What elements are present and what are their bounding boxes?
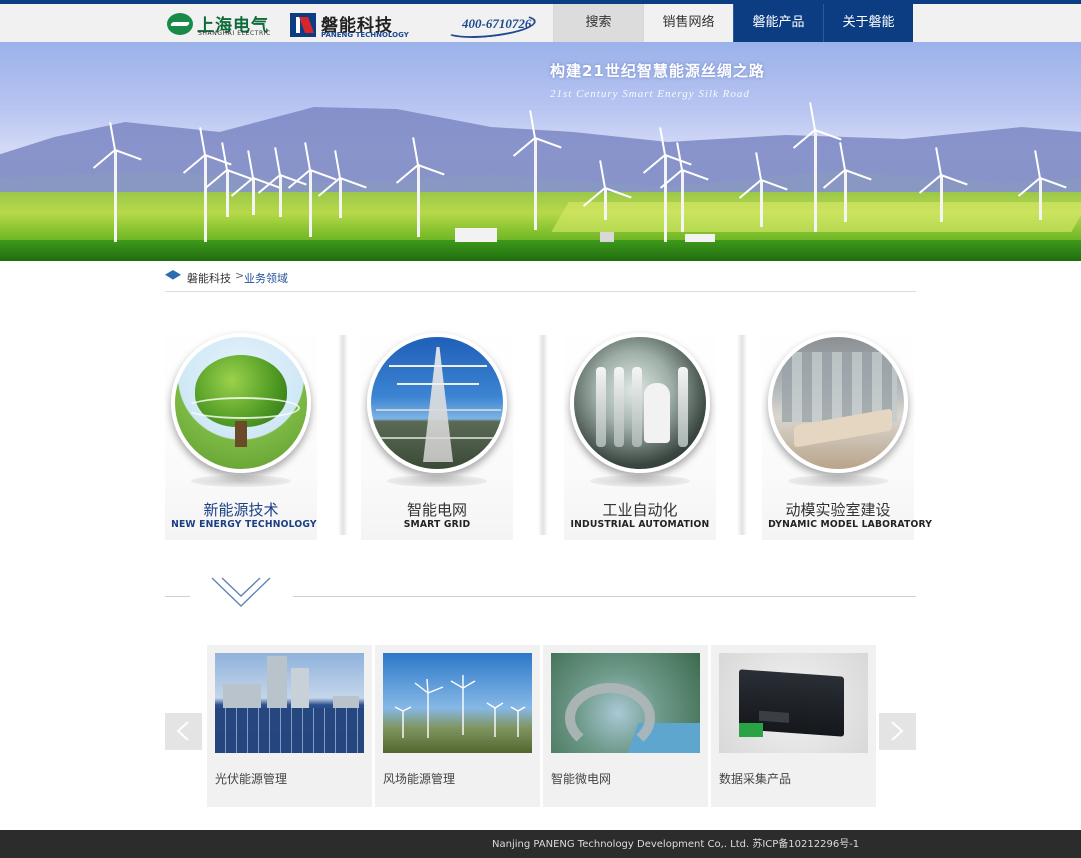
card-caption: 风场能源管理	[383, 772, 456, 786]
area-title-cn: 工业自动化	[602, 501, 678, 519]
wind-turbine	[257, 147, 307, 217]
area-title-en: INDUSTRIAL AUTOMATION	[570, 519, 710, 530]
breadcrumb-home[interactable]: 磐能科技	[187, 270, 231, 286]
card-caption: 智能微电网	[551, 772, 612, 786]
area-smart-grid[interactable]: 智能电网 SMART GRID	[361, 325, 513, 540]
wind-turbine	[287, 142, 337, 237]
wind-turbine	[582, 160, 632, 220]
power-tower-image	[367, 333, 507, 473]
wind-turbine	[395, 137, 445, 237]
wind-turbine	[822, 142, 872, 222]
product-card-microgrid[interactable]: 智能微电网	[543, 645, 708, 807]
hotline: 400-6710726	[443, 10, 540, 42]
banner-title-cn: 构建21世纪智慧能源丝绸之路	[550, 62, 765, 80]
control-room-image	[768, 333, 908, 473]
area-dynamic-lab[interactable]: 动模实验室建设 DYNAMIC MODEL LABORATORY	[762, 325, 933, 540]
wind-turbine	[738, 152, 788, 227]
banner-title-en: 21st Century Smart Energy Silk Road	[550, 88, 750, 100]
wind-turbine	[918, 147, 968, 222]
divider-line-left	[165, 596, 190, 597]
business-areas: 新能源技术 NEW ENERGY TECHNOLOGY 智能电网 SMART G…	[165, 325, 933, 540]
site-footer: Nanjing PANENG Technology Development Co…	[0, 830, 1081, 858]
area-title-cn: 动模实验室建设	[785, 501, 891, 519]
wind-turbine	[230, 150, 280, 215]
paneng-emblem-icon	[290, 13, 316, 37]
wind-farm-image	[383, 653, 532, 753]
product-card-data-collector[interactable]: 数据采集产品	[711, 645, 876, 807]
silo	[600, 232, 614, 242]
micro-grid-park-image	[551, 653, 700, 753]
barn	[685, 234, 715, 242]
area-title-cn: 新能源技术	[203, 501, 279, 519]
logo2-en: PANENG TECHNOLOGY	[321, 31, 409, 39]
main-nav: 搜索 销售网络 磐能产品 关于磐能	[553, 4, 913, 42]
logo1-en: SHANGHAI ELECTRIC	[198, 30, 271, 37]
farmhouse	[455, 228, 497, 242]
area-divider	[538, 335, 548, 535]
shanghai-electric-logo[interactable]: 上海电气 SHANGHAI ELECTRIC	[167, 13, 282, 37]
area-industrial-automation[interactable]: 工业自动化 INDUSTRIAL AUTOMATION	[564, 325, 716, 540]
industrial-plant-image	[570, 333, 710, 473]
wind-turbine	[512, 110, 562, 230]
hero-banner: 构建21世纪智慧能源丝绸之路 21st Century Smart Energy…	[0, 42, 1081, 261]
chevron-left-icon	[176, 721, 189, 741]
card-caption: 光伏能源管理	[215, 772, 288, 786]
grass	[0, 240, 1081, 261]
product-card-solar[interactable]: 光伏能源管理	[207, 645, 372, 807]
wind-turbine	[317, 150, 367, 218]
nav-search[interactable]: 搜索	[553, 4, 643, 42]
carousel-prev-button[interactable]	[165, 713, 202, 750]
area-divider	[737, 335, 747, 535]
wind-turbine	[659, 142, 709, 232]
breadcrumb-separator: >	[235, 269, 245, 282]
carousel-next-button[interactable]	[879, 713, 916, 750]
hotline-number: 400-6710726	[462, 16, 532, 31]
paneng-logo[interactable]: 磐能科技 PANENG TECHNOLOGY	[290, 13, 410, 39]
area-new-energy[interactable]: 新能源技术 NEW ENERGY TECHNOLOGY	[165, 325, 317, 540]
breadcrumb: 磐能科技 > 业务领域	[165, 268, 916, 292]
solar-panels-image	[215, 653, 364, 753]
area-title-en: NEW ENERGY TECHNOLOGY	[171, 519, 317, 530]
area-title-en: DYNAMIC MODEL LABORATORY	[768, 519, 933, 530]
wind-turbine	[792, 102, 842, 232]
home-cube-icon	[165, 270, 181, 280]
card-caption: 数据采集产品	[719, 772, 792, 786]
site-header: 上海电气 SHANGHAI ELECTRIC 磐能科技 PANENG TECHN…	[0, 4, 1081, 42]
area-title-cn: 智能电网	[406, 501, 467, 519]
chevron-right-icon	[891, 721, 904, 741]
wind-turbine	[92, 122, 142, 242]
wind-turbine	[1017, 150, 1067, 220]
breadcrumb-current[interactable]: 业务领域	[244, 270, 288, 286]
footer-copyright: Nanjing PANENG Technology Development Co…	[492, 839, 860, 850]
divider-line-right	[293, 596, 916, 597]
area-title-en: SMART GRID	[403, 519, 471, 530]
area-divider	[338, 335, 348, 535]
data-collector-box-image	[719, 653, 868, 753]
nav-about[interactable]: 关于磐能	[823, 4, 913, 42]
product-card-wind[interactable]: 风场能源管理	[375, 645, 540, 807]
nav-sales-network[interactable]: 销售网络	[643, 4, 733, 42]
double-chevron-down-icon	[211, 577, 271, 607]
tree-globe-image	[171, 333, 311, 473]
shanghai-electric-emblem-icon	[167, 13, 193, 35]
nav-products[interactable]: 磐能产品	[733, 4, 823, 42]
